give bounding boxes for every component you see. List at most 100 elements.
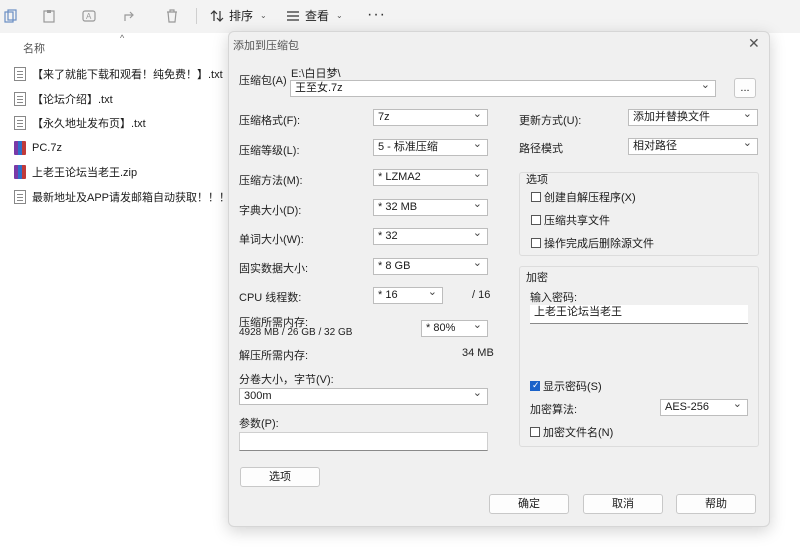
encryption-group: 加密 输入密码: 上老王论坛当老王 显示密码(S) 加密算法: AES-256 …: [519, 266, 759, 447]
view-label: 查看: [305, 9, 330, 23]
help-button[interactable]: 帮助: [676, 494, 756, 514]
encrypt-names-checkbox[interactable]: 加密文件名(N): [530, 424, 613, 440]
dict-value: * 32 MB: [378, 201, 418, 213]
file-name: 【来了就能下载和观看！纯免费！】.txt: [32, 69, 223, 81]
options-button[interactable]: 选项: [240, 467, 320, 487]
archive-path: E:\白日梦\: [291, 68, 341, 80]
dict-label: 字典大小(D):: [239, 205, 302, 217]
mem-comp-detail: 4928 MB / 26 GB / 32 GB: [239, 327, 353, 338]
rename-icon[interactable]: A: [82, 9, 96, 23]
text-file-icon: [14, 116, 26, 130]
copy-icon[interactable]: [4, 9, 18, 23]
delete-checkbox[interactable]: 操作完成后删除源文件: [531, 235, 654, 251]
checkbox-box: [531, 215, 541, 225]
explorer-toolbar: A 排序 ⌄ 查看 ⌄ ···: [0, 0, 800, 32]
add-to-archive-dialog: 添加到压缩包 ✕ 压缩包(A) E:\白日梦\ 王至女.7z ... 压缩格式(…: [228, 31, 770, 527]
mem-usage-select[interactable]: * 80%: [421, 320, 488, 337]
checkbox-box: [530, 427, 540, 437]
paste-icon[interactable]: [42, 9, 56, 23]
solid-select[interactable]: * 8 GB: [373, 258, 488, 275]
enc-method-select[interactable]: AES-256: [660, 399, 748, 416]
format-value: 7z: [378, 111, 390, 123]
encrypt-names-label: 加密文件名(N): [543, 427, 614, 439]
pathmode-label: 路径模式: [519, 143, 563, 155]
word-value: * 32: [378, 230, 398, 242]
chevron-down-icon: ⌄: [260, 11, 267, 20]
delete-label: 操作完成后删除源文件: [544, 238, 654, 250]
sort-icon: [210, 9, 224, 22]
more-options-icon[interactable]: ···: [367, 6, 386, 24]
file-row[interactable]: 【论坛介绍】.txt: [14, 90, 113, 108]
sort-label: 排序: [229, 9, 254, 23]
archive-name-combo[interactable]: 王至女.7z: [290, 80, 716, 97]
sfx-checkbox[interactable]: 创建自解压程序(X): [531, 189, 636, 205]
checkbox-checked: [530, 380, 540, 391]
method-select[interactable]: * LZMA2: [373, 169, 488, 186]
cpu-value: * 16: [378, 289, 398, 301]
sort-button[interactable]: 排序 ⌄: [210, 7, 267, 24]
sort-ascending-icon: ^: [120, 33, 125, 43]
solid-label: 固实数据大小:: [239, 263, 309, 275]
close-icon[interactable]: ✕: [748, 35, 760, 52]
cancel-button[interactable]: 取消: [583, 494, 663, 514]
level-label: 压缩等级(L):: [239, 145, 300, 157]
level-value: 5 - 标准压缩: [378, 141, 438, 153]
dialog-title: 添加到压缩包: [233, 40, 299, 52]
shared-checkbox[interactable]: 压缩共享文件: [531, 212, 610, 228]
browse-button[interactable]: ...: [734, 78, 756, 98]
ok-button[interactable]: 确定: [489, 494, 569, 514]
file-name: PC.7z: [32, 141, 62, 154]
enc-method-value: AES-256: [665, 401, 710, 413]
pathmode-value: 相对路径: [633, 140, 677, 152]
volume-value: 300m: [244, 390, 272, 402]
options-group: 选项 创建自解压程序(X) 压缩共享文件 操作完成后删除源文件: [519, 172, 759, 256]
share-icon[interactable]: [123, 9, 137, 23]
file-name: 最新地址及APP请发邮箱自动获取！！！....: [32, 191, 243, 204]
cpu-label: CPU 线程数:: [239, 292, 302, 304]
password-input[interactable]: 上老王论坛当老王: [530, 305, 748, 324]
toolbar-divider: [196, 8, 197, 24]
mem-decomp-label: 解压所需内存:: [239, 350, 309, 362]
word-label: 单词大小(W):: [239, 234, 304, 246]
word-select[interactable]: * 32: [373, 228, 488, 245]
format-select[interactable]: 7z: [373, 109, 488, 126]
volume-combo[interactable]: 300m: [239, 388, 488, 405]
text-file-icon: [14, 91, 26, 106]
update-select[interactable]: 添加并替换文件: [628, 109, 758, 126]
enc-method-label: 加密算法:: [530, 404, 578, 416]
show-password-label: 显示密码(S): [543, 381, 602, 393]
update-label: 更新方式(U):: [519, 115, 582, 127]
pathmode-select[interactable]: 相对路径: [628, 138, 758, 155]
show-password-checkbox[interactable]: 显示密码(S): [530, 378, 602, 394]
file-row[interactable]: 最新地址及APP请发邮箱自动获取！！！....: [14, 188, 242, 206]
options-group-title: 选项: [526, 174, 548, 186]
delete-icon[interactable]: [165, 9, 179, 23]
params-input[interactable]: [239, 432, 488, 451]
file-row[interactable]: 【永久地址发布页】.txt: [14, 114, 146, 132]
column-header-name[interactable]: 名称: [23, 40, 45, 56]
mem-decomp-value: 34 MB: [462, 347, 494, 359]
encryption-group-title: 加密: [526, 272, 548, 284]
method-value: * LZMA2: [378, 171, 421, 183]
sfx-label: 创建自解压程序(X): [544, 192, 636, 204]
file-name: 【永久地址发布页】.txt: [32, 118, 146, 130]
volume-label: 分卷大小，字节(V):: [239, 374, 334, 386]
level-select[interactable]: 5 - 标准压缩: [373, 139, 488, 156]
file-row[interactable]: 上老王论坛当老王.zip: [14, 163, 137, 181]
mem-usage-value: * 80%: [426, 322, 456, 334]
cpu-select[interactable]: * 16: [373, 287, 443, 304]
chevron-down-icon: ⌄: [336, 11, 343, 20]
view-button[interactable]: 查看 ⌄: [286, 7, 343, 24]
archive-file-icon: [14, 140, 26, 155]
view-icon: [287, 10, 299, 21]
password-label: 输入密码:: [530, 292, 578, 304]
checkbox-box: [531, 238, 541, 248]
dict-select[interactable]: * 32 MB: [373, 199, 488, 216]
file-row[interactable]: 【来了就能下载和观看！纯免费！】.txt: [14, 65, 223, 83]
cpu-total: / 16: [472, 289, 491, 301]
file-row[interactable]: PC.7z: [14, 139, 62, 157]
format-label: 压缩格式(F):: [239, 115, 301, 127]
shared-label: 压缩共享文件: [544, 215, 610, 227]
text-file-icon: [14, 189, 26, 204]
method-label: 压缩方法(M):: [239, 175, 303, 187]
